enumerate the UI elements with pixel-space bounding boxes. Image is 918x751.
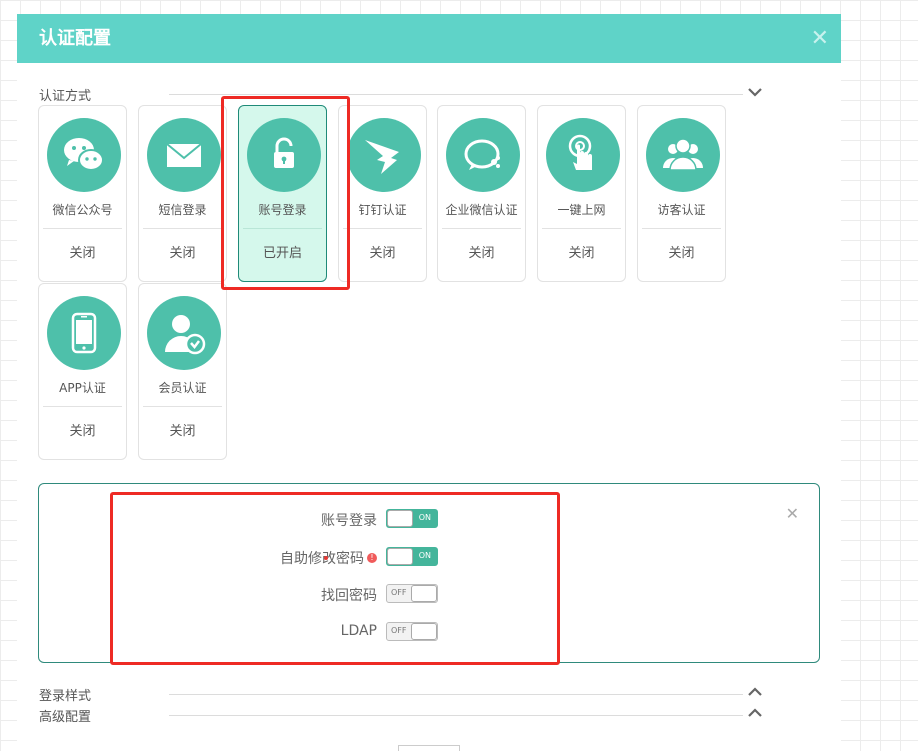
card-divider	[143, 406, 222, 407]
setting-row-ldap: LDAP OFF	[119, 621, 519, 643]
card-status: 关闭	[169, 246, 196, 261]
card-status: 关闭	[69, 246, 96, 261]
card-name: 微信公众号	[52, 203, 113, 217]
section-auth-methods[interactable]: 认证方式	[39, 85, 763, 104]
setting-row-recover-password: 找回密码 OFF	[119, 583, 519, 605]
toggle-switch[interactable]: ON	[386, 509, 438, 528]
card-divider	[43, 228, 122, 229]
card-divider	[542, 228, 621, 229]
auth-card-sms[interactable]: 短信登录 关闭	[138, 105, 227, 282]
modal-title: 认证配置	[39, 28, 111, 49]
toggle-knob	[411, 623, 437, 640]
card-divider	[642, 228, 721, 229]
section-title: 认证方式	[39, 89, 92, 104]
card-status: 关闭	[369, 246, 396, 261]
setting-row-self-change-password: 自助修改密码! ON	[119, 546, 519, 568]
card-name: 钉钉认证	[358, 203, 407, 217]
close-icon[interactable]: ✕	[811, 14, 829, 63]
error-dot	[324, 556, 328, 560]
card-divider	[343, 228, 422, 229]
card-divider	[442, 228, 521, 229]
chevron-down-icon[interactable]	[747, 85, 763, 99]
card-name: 短信登录	[158, 203, 207, 217]
card-name: APP认证	[59, 381, 106, 395]
setting-label: 账号登录	[321, 513, 377, 529]
auth-card-wework[interactable]: 企业微信认证 关闭	[437, 105, 526, 282]
section-advanced[interactable]: 高级配置	[39, 706, 763, 725]
card-status: 关闭	[169, 424, 196, 439]
section-title: 登录样式	[39, 689, 92, 704]
card-name: 访客认证	[657, 203, 706, 217]
divider	[169, 694, 743, 695]
auth-config-modal: 认证配置 ✕ 认证方式 微信公众号 关闭 短信登录 关闭 账号登录 已开启 钉钉…	[17, 14, 841, 751]
auth-card-member[interactable]: 会员认证 关闭	[138, 283, 227, 460]
toggle-state: OFF	[391, 588, 407, 597]
card-name: 会员认证	[158, 381, 207, 395]
auth-card-app[interactable]: APP认证 关闭	[38, 283, 127, 460]
toggle-state: ON	[418, 513, 431, 522]
footer-button[interactable]	[398, 745, 460, 751]
card-divider	[243, 228, 322, 229]
auth-card-dingtalk[interactable]: 钉钉认证 关闭	[338, 105, 427, 282]
setting-label: 找回密码	[321, 588, 377, 604]
wework-icon	[446, 118, 520, 192]
info-icon[interactable]: !	[367, 553, 377, 563]
chevron-up-icon[interactable]	[747, 706, 763, 720]
dingtalk-icon	[347, 118, 421, 192]
visitors-icon	[646, 118, 720, 192]
toggle-state: ON	[418, 551, 431, 560]
card-divider	[43, 406, 122, 407]
toggle-switch[interactable]: ON	[386, 547, 438, 566]
auth-card-wechat[interactable]: 微信公众号 关闭	[38, 105, 127, 282]
auth-card-visitor[interactable]: 访客认证 关闭	[637, 105, 726, 282]
card-name: 一键上网	[557, 203, 606, 217]
setting-label: 自助修改密码!	[280, 548, 377, 568]
toggle-knob	[387, 510, 413, 527]
card-name: 企业微信认证	[445, 203, 518, 217]
setting-label: LDAP	[340, 623, 377, 639]
toggle-knob	[411, 585, 437, 602]
section-title: 高级配置	[39, 710, 92, 725]
card-divider	[143, 228, 222, 229]
auth-card-account[interactable]: 账号登录 已开启	[238, 105, 327, 282]
toggle-knob	[387, 548, 413, 565]
wechat-icon	[47, 118, 121, 192]
chevron-up-icon[interactable]	[747, 685, 763, 699]
toggle-state: OFF	[391, 626, 407, 635]
envelope-icon	[147, 118, 221, 192]
lock-icon	[247, 118, 321, 192]
tap-icon	[546, 118, 620, 192]
card-status: 关闭	[568, 246, 595, 261]
card-status: 已开启	[262, 246, 302, 261]
toggle-switch[interactable]: OFF	[386, 584, 438, 603]
divider	[169, 715, 743, 716]
section-login-style[interactable]: 登录样式	[39, 685, 763, 704]
toggle-switch[interactable]: OFF	[386, 622, 438, 641]
card-status: 关闭	[69, 424, 96, 439]
close-icon[interactable]: ✕	[786, 504, 799, 523]
member-icon	[147, 296, 221, 370]
phone-icon	[47, 296, 121, 370]
card-status: 关闭	[668, 246, 695, 261]
auth-card-one-click[interactable]: 一键上网 关闭	[537, 105, 626, 282]
account-login-settings-panel: ✕ 账号登录 ON 自助修改密码! ON 找回密码 OFF LDAP OFF	[38, 483, 820, 663]
setting-row-account-login: 账号登录 ON	[119, 508, 519, 530]
modal-header: 认证配置 ✕	[17, 14, 841, 63]
card-status: 关闭	[468, 246, 495, 261]
setting-label-text: 自助修改密码	[280, 551, 364, 567]
divider	[169, 94, 743, 95]
card-name: 账号登录	[258, 203, 307, 217]
